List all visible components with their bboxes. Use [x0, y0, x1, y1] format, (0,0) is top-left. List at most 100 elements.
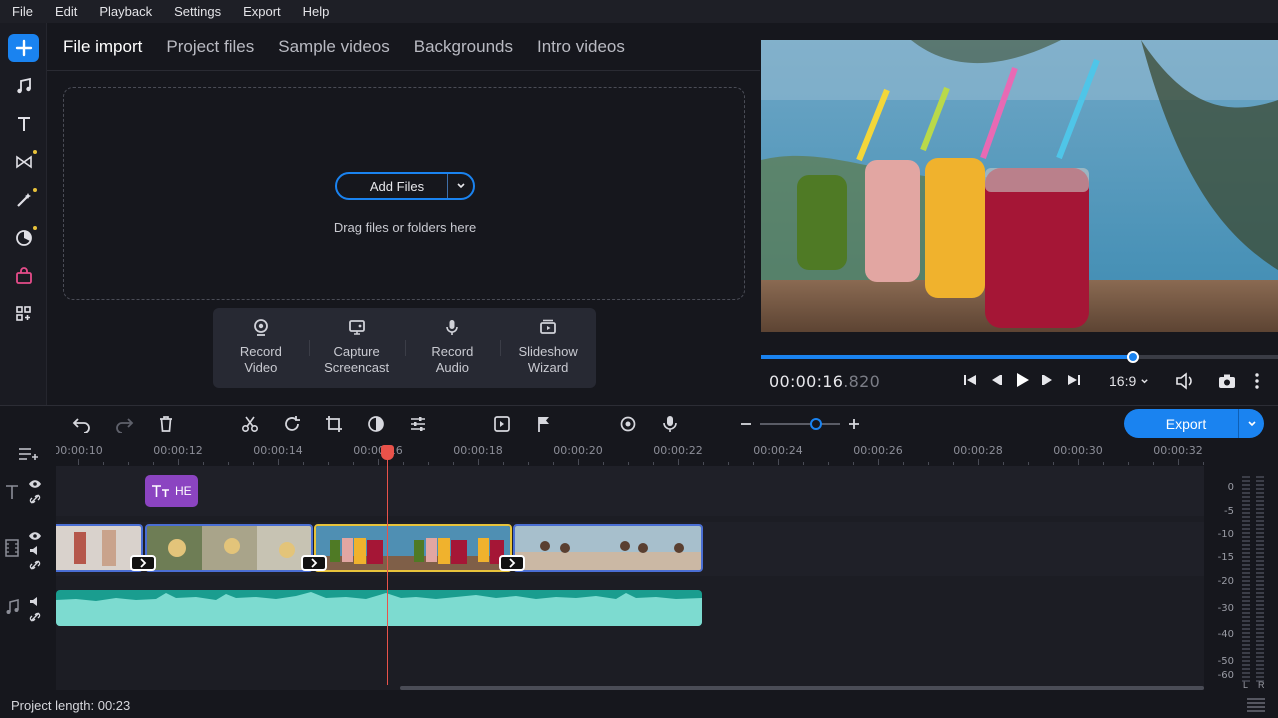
split-button[interactable]	[239, 413, 261, 435]
video-preview[interactable]	[761, 40, 1278, 332]
zoom-out-button[interactable]	[735, 413, 757, 435]
skip-end-button[interactable]	[1064, 370, 1084, 390]
menu-settings[interactable]: Settings	[163, 0, 232, 23]
crop-icon	[326, 416, 342, 432]
title-clip[interactable]: HE	[145, 475, 198, 507]
record-audio-button[interactable]: Record Audio	[404, 308, 501, 388]
ruler-tick	[853, 462, 854, 465]
record-video-button[interactable]: Record Video	[213, 308, 309, 388]
add-marker-button[interactable]	[533, 413, 555, 435]
slideshow-wizard-label: Slideshow Wizard	[518, 344, 578, 375]
filters-button[interactable]	[8, 186, 39, 214]
play-icon	[1017, 373, 1029, 387]
audio-track-link[interactable]	[29, 610, 41, 628]
menu-export[interactable]: Export	[232, 0, 292, 23]
prev-frame-button[interactable]	[986, 370, 1006, 390]
timeline-scrollbar[interactable]	[400, 686, 1204, 690]
layout-toggle[interactable]	[1246, 697, 1266, 718]
ruler-tick	[553, 462, 554, 465]
transition-marker[interactable]	[130, 555, 156, 571]
aspect-ratio-select[interactable]: 16:9	[1109, 373, 1149, 389]
file-drop-zone[interactable]: Add Files Drag files or folders here	[63, 87, 745, 300]
clip-thumbnail	[147, 526, 311, 570]
music-button[interactable]	[8, 72, 39, 100]
tab-intro-videos[interactable]: Intro videos	[525, 23, 637, 70]
plus-icon	[849, 419, 859, 429]
more-options-button[interactable]	[1247, 371, 1267, 391]
ruler-tick-label: 00:00:28	[953, 444, 1003, 457]
record-audio-label: Record Audio	[431, 344, 474, 375]
meter-segments	[1256, 476, 1264, 682]
preview-seek-bar[interactable]	[761, 351, 1278, 363]
media-replace-button[interactable]	[491, 413, 513, 435]
text-track-link[interactable]	[29, 492, 41, 510]
zoom-slider-handle[interactable]	[810, 418, 822, 430]
more-tools-button[interactable]	[8, 300, 39, 328]
tab-backgrounds[interactable]: Backgrounds	[402, 23, 525, 70]
zoom-slider[interactable]	[760, 418, 840, 430]
store-button[interactable]	[8, 262, 39, 290]
undo-button[interactable]	[71, 413, 93, 435]
crop-button[interactable]	[323, 413, 345, 435]
add-files-button[interactable]: Add Files	[335, 172, 475, 200]
zoom-in-button[interactable]	[843, 413, 865, 435]
ruler-tick	[928, 462, 929, 465]
monitor-icon	[348, 320, 365, 335]
db-scale-label: -40	[1217, 629, 1234, 640]
rotate-button[interactable]	[281, 413, 303, 435]
tab-file-import[interactable]: File import	[47, 23, 154, 70]
volume-button[interactable]	[1175, 371, 1195, 391]
delete-button[interactable]	[155, 413, 177, 435]
ruler-tick	[178, 459, 179, 465]
slideshow-wizard-button[interactable]: Slideshow Wizard	[500, 308, 596, 388]
transitions-button[interactable]	[8, 148, 39, 176]
menu-file[interactable]: File	[0, 0, 44, 23]
add-files-dropdown[interactable]	[447, 174, 473, 198]
capture-screencast-button[interactable]: Capture Screencast	[308, 308, 405, 388]
slideshow-icon	[540, 319, 557, 334]
transition-icon	[15, 155, 32, 169]
stickers-button[interactable]	[8, 224, 39, 252]
webcam-icon	[620, 416, 636, 432]
titles-button[interactable]	[8, 110, 39, 138]
speaker-icon	[30, 546, 37, 555]
color-adjust-button[interactable]	[365, 413, 387, 435]
clip-thumbnail	[316, 526, 510, 570]
db-scale-label: -15	[1217, 552, 1234, 563]
seek-handle[interactable]	[1127, 351, 1140, 363]
video-track-link[interactable]	[29, 558, 41, 576]
ruler-tick	[1003, 462, 1004, 465]
ruler-tick	[253, 462, 254, 465]
transition-marker[interactable]	[301, 555, 327, 571]
video-clip[interactable]	[513, 524, 703, 572]
tab-project-files[interactable]: Project files	[154, 23, 266, 70]
audio-level-meters: L R 0 -5 -10 -15 -20 -30 -40 -50 -60	[1204, 466, 1278, 694]
record-webcam-button[interactable]	[617, 413, 639, 435]
export-button[interactable]: Export	[1124, 409, 1264, 438]
skip-start-button[interactable]	[960, 370, 980, 390]
clock-icon	[15, 230, 32, 246]
ruler-tick	[428, 462, 429, 465]
video-clip[interactable]	[145, 524, 313, 572]
menu-playback[interactable]: Playback	[88, 0, 163, 23]
menu-help[interactable]: Help	[292, 0, 341, 23]
redo-icon	[116, 418, 134, 433]
menu-edit[interactable]: Edit	[44, 0, 88, 23]
import-add-button[interactable]	[8, 34, 39, 62]
timeline-ruler[interactable]: 00:00:10 00:00:12 00:00:14 00:00:16 00:00:18…	[56, 442, 1204, 466]
tab-sample-videos[interactable]: Sample videos	[266, 23, 402, 70]
transition-marker[interactable]	[499, 555, 525, 571]
clip-properties-button[interactable]	[407, 413, 429, 435]
ruler-tick	[353, 462, 354, 465]
video-clip-selected[interactable]	[314, 524, 512, 572]
snapshot-button[interactable]	[1217, 371, 1237, 391]
record-voice-button[interactable]	[659, 413, 681, 435]
capture-screencast-label: Capture Screencast	[324, 344, 390, 375]
redo-button[interactable]	[113, 413, 135, 435]
playhead-handle[interactable]	[381, 445, 394, 460]
next-frame-button[interactable]	[1038, 370, 1058, 390]
play-button[interactable]	[1012, 370, 1032, 390]
add-track-button[interactable]	[18, 446, 38, 467]
audio-clip[interactable]	[56, 590, 702, 626]
export-dropdown[interactable]	[1238, 409, 1264, 438]
